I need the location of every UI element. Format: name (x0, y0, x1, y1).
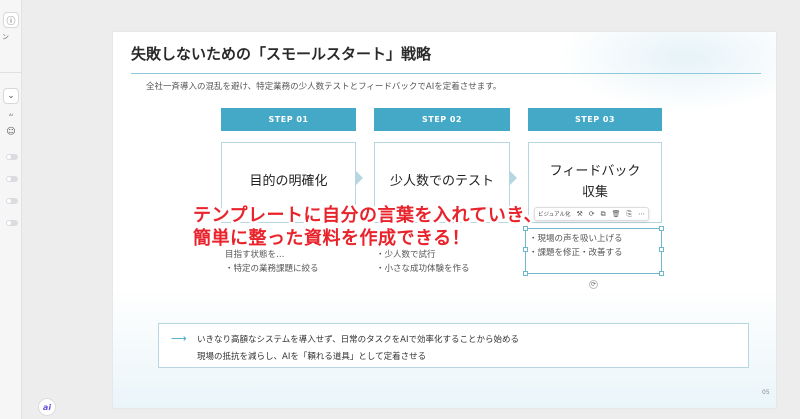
slide-subtitle[interactable]: 全社一斉導入の混乱を避け、特定業務の少人数テストとフィードバックでAIを定着させ… (146, 80, 501, 92)
refresh-icon[interactable]: ⟳ (589, 210, 595, 218)
step-03-header[interactable]: STEP 03 (528, 108, 662, 131)
step-02-header[interactable]: STEP 02 (374, 108, 510, 131)
copy-icon[interactable]: ⎘ (627, 210, 633, 219)
step-01-bullet: ・特定の業務課題に絞る (225, 264, 319, 274)
text-selection-frame[interactable] (523, 226, 664, 276)
visualize-button[interactable]: ビジュアル化 (538, 210, 570, 218)
trash-icon[interactable]: 🗑 (612, 210, 621, 218)
emoji-icon[interactable]: ☺ (3, 124, 19, 140)
step-arrow (356, 171, 363, 185)
resize-handle[interactable] (659, 247, 664, 252)
step-03-title-line1: フィードバック (549, 164, 641, 180)
ai-assistant-button[interactable]: ai (38, 398, 56, 416)
arrow-right-icon: ⟶ (171, 332, 187, 345)
resize-handle[interactable] (659, 271, 664, 276)
summary-note-box[interactable]: ⟶ いきなり高額なシステムを導入せず、日常のタスクをAIで効率化することから始め… (158, 323, 749, 368)
step-02-bullet: ・小さな成功体験を作る (376, 264, 470, 274)
resize-handle[interactable] (659, 226, 664, 231)
panel-text-fragment: ン (2, 33, 9, 41)
overlay-caption-line2: 簡単に整った資料を作成できる！ (193, 227, 471, 249)
toggle-switch[interactable] (6, 198, 18, 204)
left-panel: ⓘ ン ⌄ ᴬᴵ ☺ (0, 0, 22, 419)
note-line-2: 現場の抵抗を減らし、AIを「頼れる道具」として定着させる (197, 352, 427, 362)
duplicate-icon[interactable]: ⧉ (601, 210, 606, 219)
overlay-caption: テンプレートに自分の言葉を入れていき、 簡単に整った資料を作成できる！ (193, 205, 542, 250)
slide-background-decoration (556, 32, 776, 112)
info-icon[interactable]: ⓘ (3, 12, 19, 28)
rotate-icon[interactable]: ⟳ (589, 280, 598, 289)
tools-icon[interactable]: ⚒ (576, 210, 582, 218)
note-line-1: いきなり高額なシステムを導入せず、日常のタスクをAIで効率化することから始める (197, 335, 519, 345)
step-01-header[interactable]: STEP 01 (221, 108, 356, 131)
more-icon[interactable]: ⋯ (638, 210, 645, 218)
title-underline (131, 73, 761, 74)
step-03-title: フィードバック 収集 (550, 162, 641, 202)
panel-divider (0, 72, 22, 73)
slide-title[interactable]: 失敗しないための「スモールスタート」戦略 (131, 43, 431, 64)
step-01-title: 目的の明確化 (249, 174, 328, 190)
step-arrow (510, 171, 517, 185)
sparkle-icon[interactable]: ᴬᴵ (3, 108, 19, 124)
toggle-switch[interactable] (6, 176, 18, 182)
step-03-title-line2: 収集 (581, 184, 608, 200)
floating-toolbar: ビジュアル化 ⚒ ⟳ ⧉ 🗑 ⎘ ⋯ (534, 207, 650, 221)
chevron-down-icon[interactable]: ⌄ (3, 88, 19, 104)
resize-handle[interactable] (523, 271, 528, 276)
toggle-switch[interactable] (6, 154, 18, 160)
toggle-switch[interactable] (6, 220, 18, 226)
page-number: 05 (762, 389, 770, 396)
overlay-caption-line1: テンプレートに自分の言葉を入れていき、 (193, 205, 543, 226)
step-02-title: 少人数でのテスト (389, 174, 494, 190)
